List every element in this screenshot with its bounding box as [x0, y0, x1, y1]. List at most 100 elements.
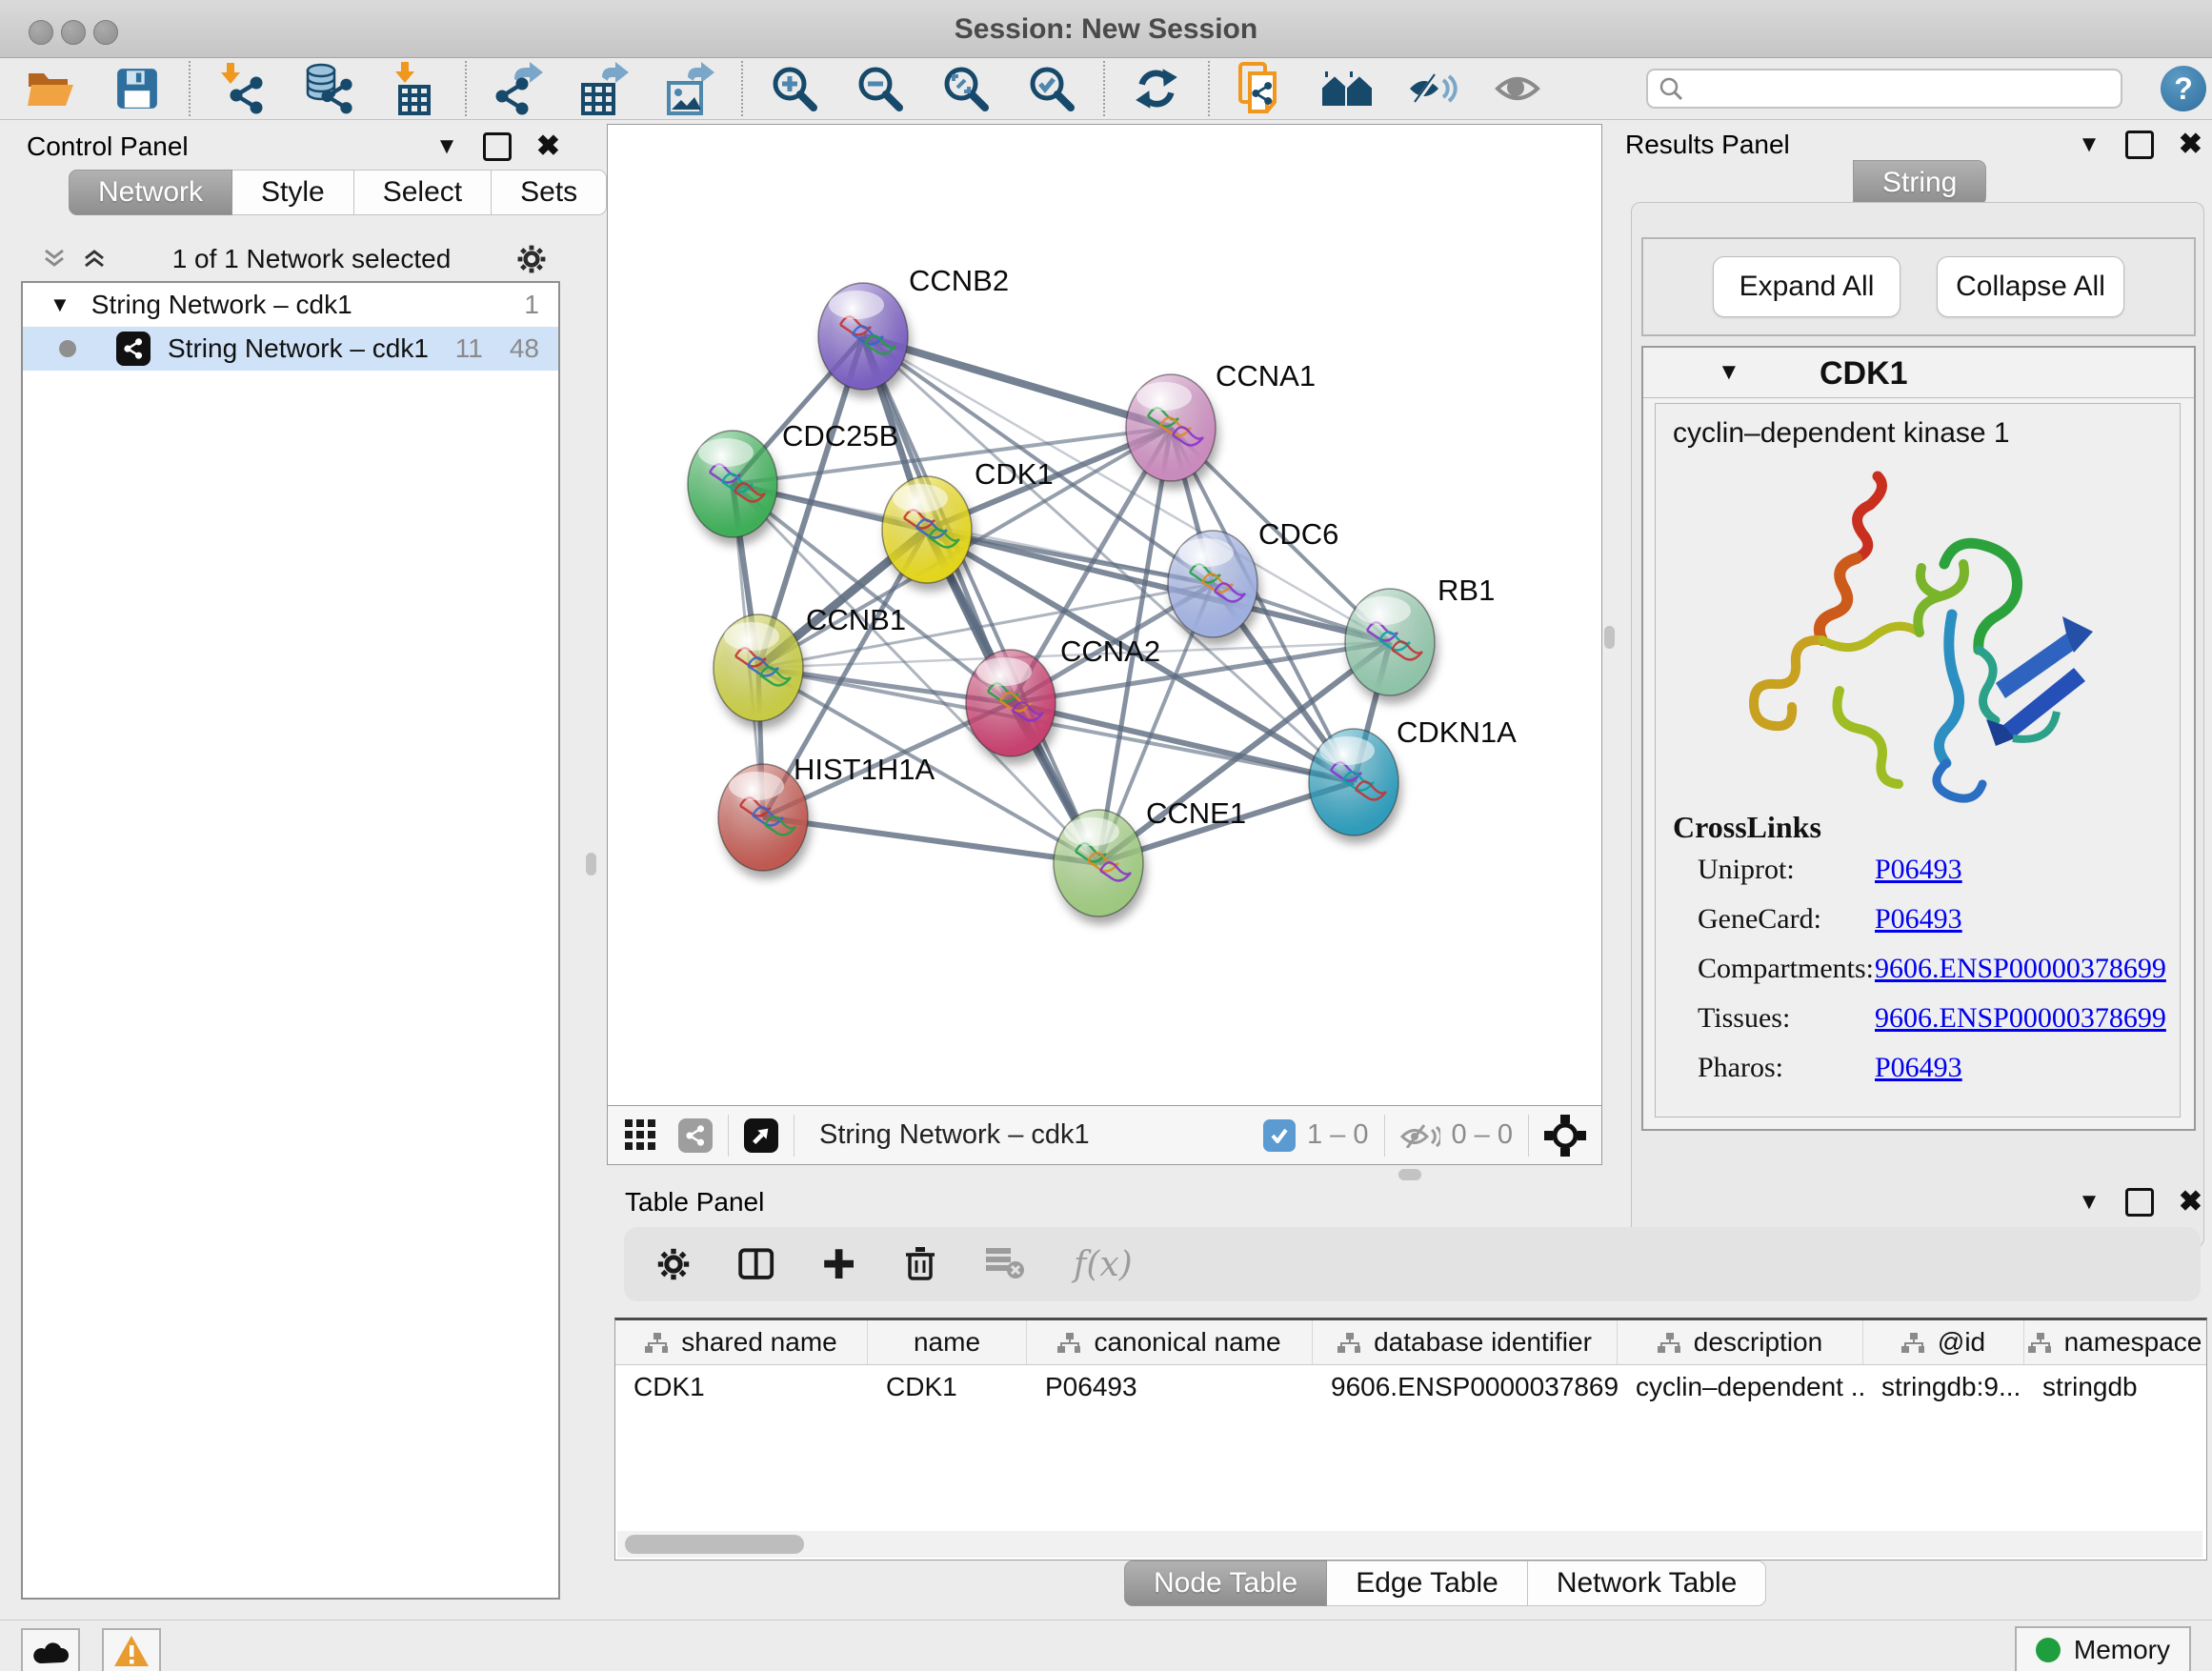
open-session-button[interactable]	[25, 62, 78, 115]
scrollbar-thumb[interactable]	[625, 1535, 804, 1554]
add-column-icon[interactable]	[822, 1247, 856, 1281]
column-header[interactable]: name	[868, 1320, 1027, 1364]
table-row[interactable]: CDK1 CDK1 P06493 9606.ENSP00000378699 cy…	[615, 1365, 2206, 1409]
column-header[interactable]: canonical name	[1027, 1320, 1313, 1364]
panel-menu-icon[interactable]: ▼	[435, 133, 458, 160]
zoom-selected-button[interactable]	[1025, 62, 1078, 115]
bottom-splitter-handle[interactable]	[1398, 1169, 1421, 1180]
node-label: CCNA1	[1216, 359, 1316, 393]
panel-menu-icon[interactable]: ▼	[2078, 131, 2101, 158]
grid-view-icon[interactable]	[625, 1119, 657, 1152]
hidden-eye-slash-icon[interactable]	[1400, 1123, 1440, 1148]
compartments-link[interactable]: 9606.ENSP00000378699	[1875, 953, 2166, 985]
uniprot-link[interactable]: P06493	[1875, 854, 1962, 886]
show-columns-icon[interactable]	[738, 1247, 774, 1281]
network-row-selected[interactable]: String Network – cdk1 11 48	[23, 327, 558, 371]
crosslink-label: Tissues:	[1698, 1002, 1875, 1035]
tab-edge-table[interactable]: Edge Table	[1327, 1560, 1528, 1606]
export-table-icon	[579, 62, 629, 115]
tab-node-table[interactable]: Node Table	[1124, 1560, 1327, 1606]
memory-label: Memory	[2074, 1635, 2170, 1665]
tab-network[interactable]: Network	[69, 170, 232, 215]
network-view-toolbar: String Network – cdk1 1 – 0 0 – 0	[607, 1106, 1602, 1165]
function-builder-icon[interactable]: f(x)	[1074, 1245, 1133, 1284]
column-header[interactable]: database identifier	[1313, 1320, 1618, 1364]
section-collapse-icon[interactable]: ▼	[1718, 359, 1740, 386]
genecard-link[interactable]: P06493	[1875, 903, 1962, 936]
column-header[interactable]: @id	[1863, 1320, 2024, 1364]
expand-all-button[interactable]: Expand All	[1713, 256, 1900, 317]
expand-all-networks-icon[interactable]	[84, 249, 107, 270]
network-canvas[interactable]: CCNB2CCNA1CDC25BCDK1CDC6RB1CCNB1CCNA2CDK…	[607, 124, 1602, 1106]
network-options-gear-icon[interactable]	[516, 244, 547, 274]
column-header[interactable]: namespace	[2024, 1320, 2205, 1364]
network-node-cdc6[interactable]: CDC6	[1168, 517, 1338, 637]
save-session-button[interactable]	[111, 62, 164, 115]
duplicate-network-button[interactable]	[1235, 62, 1288, 115]
refresh-button[interactable]	[1130, 62, 1183, 115]
collapse-all-networks-icon[interactable]	[44, 249, 67, 270]
zoom-out-button[interactable]	[854, 62, 907, 115]
network-node-cdc25b[interactable]: CDC25B	[688, 419, 898, 537]
memory-button[interactable]: Memory	[2015, 1626, 2191, 1671]
network-edge[interactable]	[763, 817, 1098, 863]
network-collection-row[interactable]: ▼ String Network – cdk1 1	[23, 283, 558, 327]
tab-network-table[interactable]: Network Table	[1528, 1560, 1767, 1606]
tissues-link[interactable]: 9606.ENSP00000378699	[1875, 1002, 2166, 1035]
node-label: RB1	[1438, 574, 1495, 607]
home-button[interactable]	[1320, 62, 1374, 115]
crosshair-icon[interactable]	[1544, 1115, 1586, 1157]
tab-select[interactable]: Select	[354, 170, 492, 215]
column-header[interactable]: description	[1618, 1320, 1863, 1364]
search-icon	[1658, 75, 1684, 102]
export-image-button[interactable]	[663, 62, 716, 115]
float-panel-icon[interactable]	[483, 132, 512, 161]
float-panel-icon[interactable]	[2125, 131, 2154, 159]
tab-string[interactable]: String	[1853, 160, 1986, 206]
show-all-button[interactable]	[1492, 62, 1545, 115]
node-label: CCNB1	[806, 603, 906, 636]
cloud-status-button[interactable]	[21, 1628, 80, 1671]
float-panel-icon[interactable]	[2125, 1188, 2154, 1217]
collection-collapse-icon[interactable]: ▼	[50, 292, 70, 317]
help-button[interactable]: ?	[2161, 66, 2206, 111]
hide-selected-button[interactable]	[1406, 62, 1459, 115]
table-options-gear-icon[interactable]	[656, 1247, 691, 1281]
table-panel: Table Panel ▼ ✖ f(x) shared name name ca…	[610, 1181, 2212, 1620]
network-node-cdkn1a[interactable]: CDKN1A	[1309, 715, 1517, 836]
network-tree: ▼ String Network – cdk1 1 String Network…	[21, 281, 560, 1600]
export-table-button[interactable]	[577, 62, 631, 115]
close-panel-icon[interactable]: ✖	[2179, 128, 2202, 161]
column-header[interactable]: shared name	[615, 1320, 868, 1364]
horizontal-scrollbar[interactable]	[617, 1531, 2202, 1558]
network-node-hist1h1a[interactable]: HIST1H1A	[718, 753, 935, 871]
network-edge[interactable]	[863, 336, 1171, 428]
tab-style[interactable]: Style	[232, 170, 354, 215]
collapse-all-button[interactable]: Collapse All	[1937, 256, 2124, 317]
pharos-link[interactable]: P06493	[1875, 1052, 1962, 1084]
search-input[interactable]	[1646, 69, 2122, 109]
selected-checkbox-icon[interactable]	[1263, 1119, 1296, 1152]
tab-sets[interactable]: Sets	[492, 170, 607, 215]
network-badge-icon[interactable]	[678, 1118, 713, 1153]
zoom-in-button[interactable]	[768, 62, 821, 115]
close-panel-icon[interactable]: ✖	[536, 130, 560, 163]
network-node-rb1[interactable]: RB1	[1345, 574, 1495, 695]
left-splitter-handle[interactable]	[586, 853, 596, 876]
right-splitter-handle[interactable]	[1604, 626, 1615, 649]
import-network-button[interactable]	[215, 62, 269, 115]
birdseye-view-icon[interactable]	[744, 1118, 778, 1153]
network-node-ccne1[interactable]: CCNE1	[1054, 796, 1246, 916]
panel-menu-icon[interactable]: ▼	[2078, 1189, 2101, 1216]
zoom-fit-button[interactable]	[939, 62, 993, 115]
export-network-button[interactable]	[492, 62, 545, 115]
network-node-ccna1[interactable]: CCNA1	[1126, 359, 1316, 481]
warnings-button[interactable]	[102, 1628, 161, 1671]
delete-column-icon[interactable]	[904, 1245, 938, 1283]
import-table-button[interactable]	[387, 62, 440, 115]
import-network-from-database-button[interactable]	[301, 62, 354, 115]
close-panel-icon[interactable]: ✖	[2179, 1185, 2202, 1218]
delete-table-icon[interactable]	[986, 1248, 1026, 1280]
node-label: CDC6	[1258, 517, 1338, 551]
network-edge[interactable]	[1011, 703, 1354, 782]
